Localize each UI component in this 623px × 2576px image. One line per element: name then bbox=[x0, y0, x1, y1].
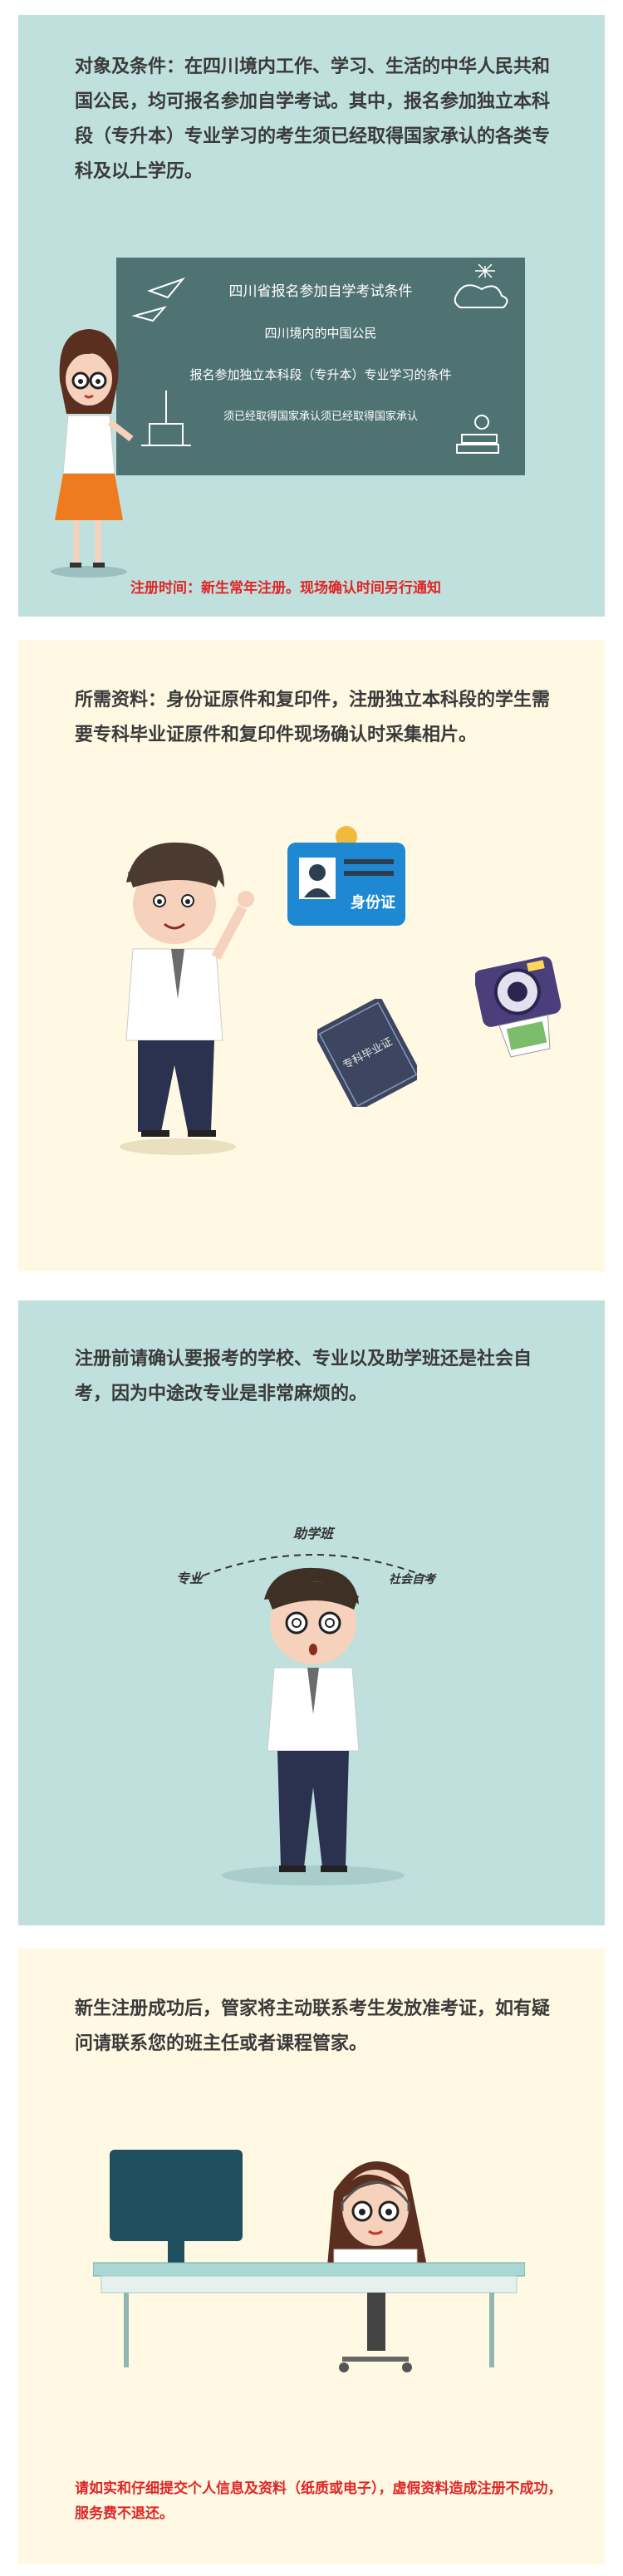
materials-text: 所需资料：身份证原件和复印件，注册独立本科段的学生需要专科毕业证原件和复印件现场… bbox=[75, 690, 551, 745]
section-eligibility: 对象及条件：在四川境内工作、学习、生活的中华人民共和国公民，均可报名参加自学考试… bbox=[18, 15, 605, 617]
id-card-illustration: 身份证 bbox=[287, 826, 405, 926]
boy-waving-illustration bbox=[120, 842, 254, 1155]
service-desk-illustration bbox=[93, 2150, 525, 2372]
confirm-text: 注册前请确认要报考的学校、专业以及助学班还是社会自考，因为中途改专业是非常麻烦的… bbox=[75, 1349, 532, 1404]
camera-illustration bbox=[475, 956, 562, 1058]
registration-time-note: 注册时间：新生常年注册。现场确认时间另行通知 bbox=[130, 580, 441, 597]
contact-text: 新生注册成功后，管家将主动联系考生发放准考证，如有疑问请联系您的班主任或者课程管… bbox=[75, 1998, 551, 2054]
section-confirm: 注册前请确认要报考的学校、专业以及助学班还是社会自考，因为中途改专业是非常麻烦的… bbox=[18, 1300, 605, 1925]
confused-boy-illustration: 助学班 专业 社会自考 bbox=[176, 1526, 437, 1885]
diploma-book-illustration: 专科毕业证 bbox=[317, 999, 417, 1107]
thought-label-class: 助学班 bbox=[293, 1526, 336, 1541]
section-materials: 所需资料：身份证原件和复印件，注册独立本科段的学生需要专科毕业证原件和复印件现场… bbox=[18, 640, 605, 1271]
teacher-girl-illustration bbox=[51, 329, 134, 578]
section-contact: 新生注册成功后，管家将主动联系考生发放准考证，如有疑问请联系您的班主任或者课程管… bbox=[18, 1949, 605, 2564]
chalkboard: 四川省报名参加自学考试条件 四川境内的中国公民 报名参加独立本科段（专升本）专业… bbox=[116, 258, 525, 475]
thought-label-major: 专业 bbox=[176, 1571, 204, 1586]
false-info-warning: 请如实和仔细提交个人信息及资料（纸质或电子），虚假资料造成注册不成功，服务费不退… bbox=[75, 2480, 562, 2522]
id-card-label: 身份证 bbox=[351, 893, 395, 912]
thought-label-self-study: 社会自考 bbox=[389, 1572, 437, 1586]
eligibility-text: 对象及条件：在四川境内工作、学习、生活的中华人民共和国公民，均可报名参加自学考试… bbox=[75, 57, 551, 182]
board-doodles bbox=[131, 263, 508, 454]
